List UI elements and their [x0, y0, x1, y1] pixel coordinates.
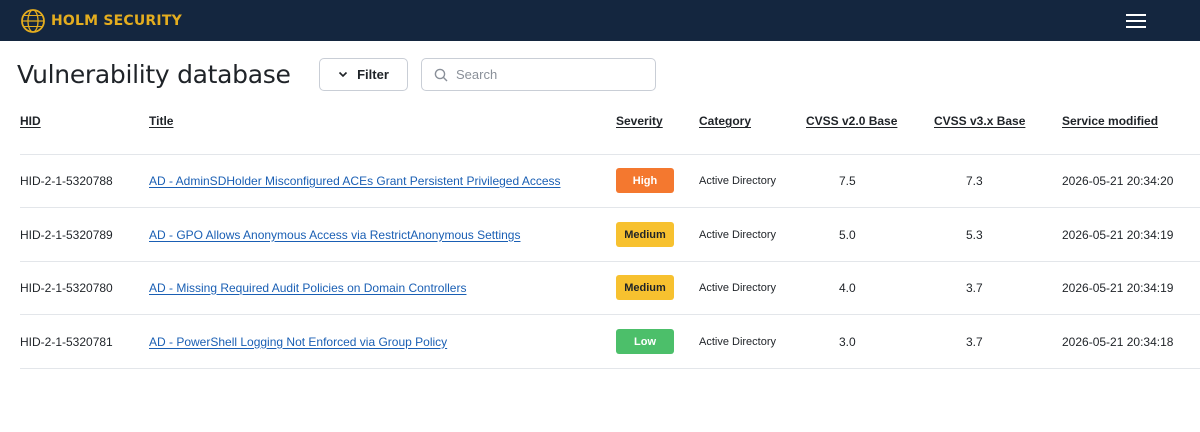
row-category: Active Directory: [699, 281, 777, 294]
column-header-cvss3[interactable]: CVSS v3.x Base: [934, 114, 1025, 128]
column-header-service-modified[interactable]: Service modified: [1062, 114, 1158, 128]
row-modified: 2026-05-21 20:34:19: [1062, 280, 1174, 295]
row-hid: HID-2-1-5320780: [20, 280, 113, 295]
row-cvss2: 4.0: [839, 280, 856, 295]
row-modified: 2026-05-21 20:34:19: [1062, 227, 1174, 242]
row-cvss3: 3.7: [966, 280, 983, 295]
table-row: HID-2-1-5320789 AD - GPO Allows Anonymou…: [0, 208, 1200, 262]
table-row: HID-2-1-5320788 AD - AdminSDHolder Misco…: [0, 154, 1200, 208]
globe-lock-icon: [21, 9, 45, 33]
table-row: HID-2-1-5320781 AD - PowerShell Logging …: [0, 315, 1200, 369]
severity-badge: Low: [616, 329, 674, 354]
top-navbar: HOLM SECURITY: [0, 0, 1200, 41]
row-hid: HID-2-1-5320781: [20, 334, 113, 349]
row-modified: 2026-05-21 20:34:20: [1062, 173, 1174, 188]
column-header-hid[interactable]: HID: [20, 114, 41, 128]
column-header-cvss2[interactable]: CVSS v2.0 Base: [806, 114, 897, 128]
brand-logo[interactable]: HOLM SECURITY: [20, 8, 182, 34]
search-input[interactable]: [456, 67, 636, 82]
column-header-category[interactable]: Category: [699, 114, 751, 128]
chevron-down-icon: [339, 71, 348, 78]
search-icon: [434, 68, 448, 81]
row-title-link[interactable]: AD - PowerShell Logging Not Enforced via…: [149, 335, 447, 349]
filter-label: Filter: [357, 67, 389, 82]
filter-button[interactable]: Filter: [319, 58, 408, 91]
row-title-link[interactable]: AD - AdminSDHolder Misconfigured ACEs Gr…: [149, 174, 561, 188]
row-cvss2: 7.5: [839, 173, 856, 188]
row-modified: 2026-05-21 20:34:18: [1062, 334, 1174, 349]
column-header-severity[interactable]: Severity: [616, 114, 663, 128]
hamburger-menu-icon: [1126, 14, 1146, 28]
search-box[interactable]: [421, 58, 656, 91]
severity-badge: High: [616, 168, 674, 193]
table-row: HID-2-1-5320780 AD - Missing Required Au…: [0, 261, 1200, 315]
brand-name: HOLM SECURITY: [51, 13, 182, 29]
row-category: Active Directory: [699, 228, 777, 241]
row-hid: HID-2-1-5320788: [20, 173, 113, 188]
severity-badge: Medium: [616, 275, 674, 300]
severity-badge: Medium: [616, 222, 674, 247]
row-hid: HID-2-1-5320789: [20, 227, 113, 242]
row-cvss2: 3.0: [839, 334, 856, 349]
row-category: Active Directory: [699, 335, 777, 348]
row-divider: [20, 368, 1200, 369]
column-header-title[interactable]: Title: [149, 114, 173, 128]
hamburger-menu-button[interactable]: [1122, 10, 1150, 32]
row-cvss3: 3.7: [966, 334, 983, 349]
page-title: Vulnerability database: [17, 60, 291, 89]
row-cvss3: 7.3: [966, 173, 983, 188]
row-cvss3: 5.3: [966, 227, 983, 242]
row-title-link[interactable]: AD - Missing Required Audit Policies on …: [149, 281, 466, 295]
row-category: Active Directory: [699, 174, 777, 187]
row-cvss2: 5.0: [839, 227, 856, 242]
row-title-link[interactable]: AD - GPO Allows Anonymous Access via Res…: [149, 228, 520, 242]
